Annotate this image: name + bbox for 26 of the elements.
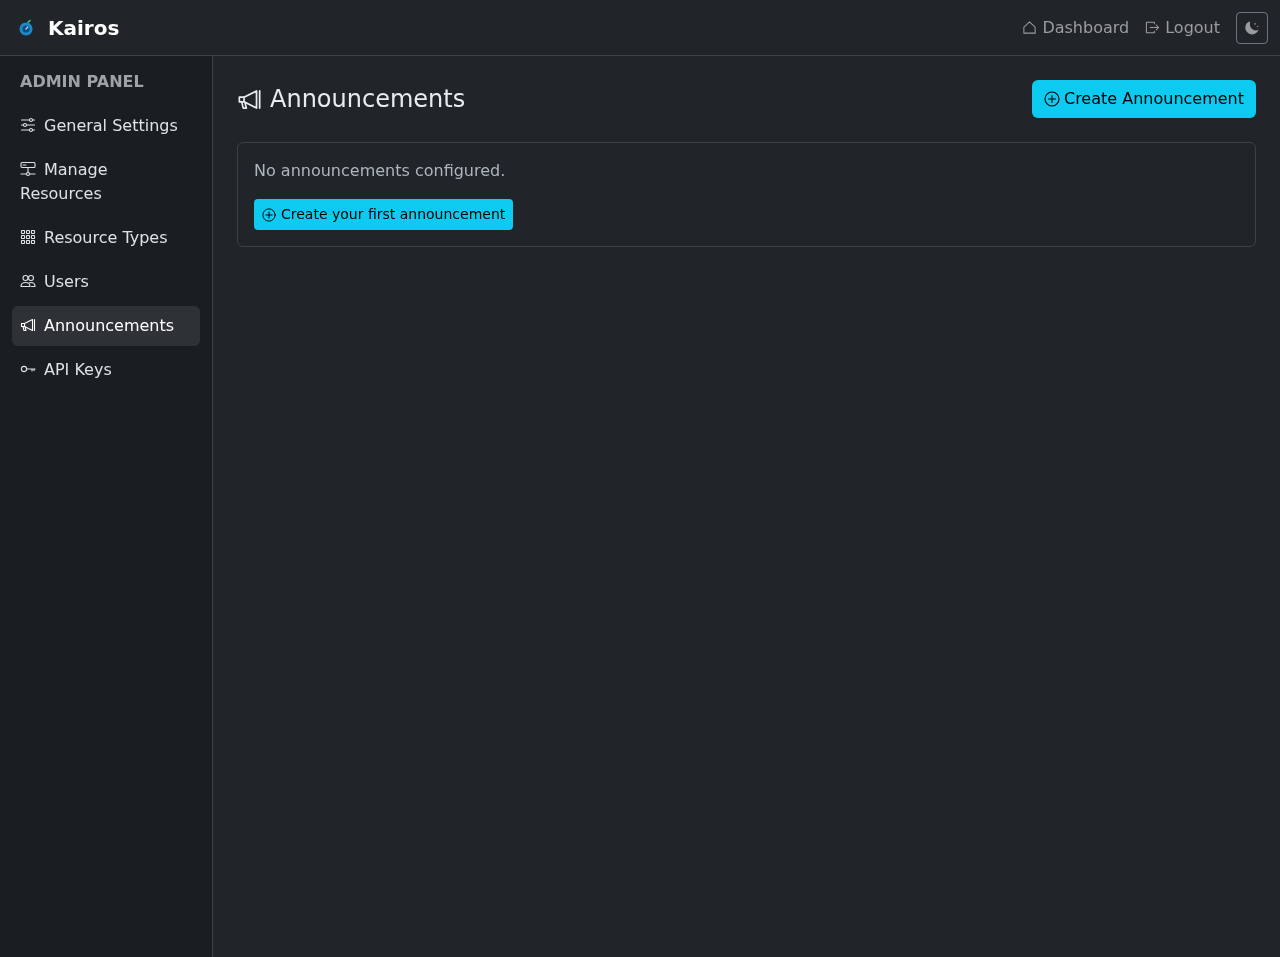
house-icon (1022, 20, 1038, 35)
brand-logo-icon (18, 18, 34, 37)
sidebar-item[interactable]: Manage Resources (12, 150, 200, 214)
nav-link[interactable]: Dashboard (1014, 7, 1138, 48)
sidebar-item[interactable]: General Settings (12, 106, 200, 146)
theme-toggle-button[interactable] (1236, 11, 1268, 44)
plus-circle-icon (262, 207, 276, 222)
sliders-icon (20, 117, 36, 133)
sidebar-item[interactable]: Resource Types (12, 218, 200, 258)
page-title: Announcements (270, 84, 466, 114)
megaphone-icon (20, 317, 36, 333)
grid-icon (20, 229, 36, 245)
sidebar-heading: ADMIN PANEL (19, 71, 145, 93)
sidebar-item[interactable]: Users (12, 262, 200, 302)
exit-arrow-icon (1145, 20, 1161, 35)
moon-icon (1244, 19, 1260, 36)
server-network-icon (20, 161, 36, 177)
brand-name[interactable]: Kairos (48, 12, 120, 43)
plus-circle-icon (1043, 91, 1060, 107)
sidebar-item[interactable]: Announcements (12, 306, 200, 346)
create-first-button[interactable]: Create your first announcement (254, 199, 514, 230)
nav-link[interactable]: Logout (1137, 7, 1228, 48)
empty-message: No announcements configured. (254, 160, 507, 182)
sidebar-item[interactable]: API Keys (12, 350, 200, 390)
people-icon (20, 273, 36, 289)
create-announcement-button[interactable]: Create Announcement (1031, 80, 1256, 118)
